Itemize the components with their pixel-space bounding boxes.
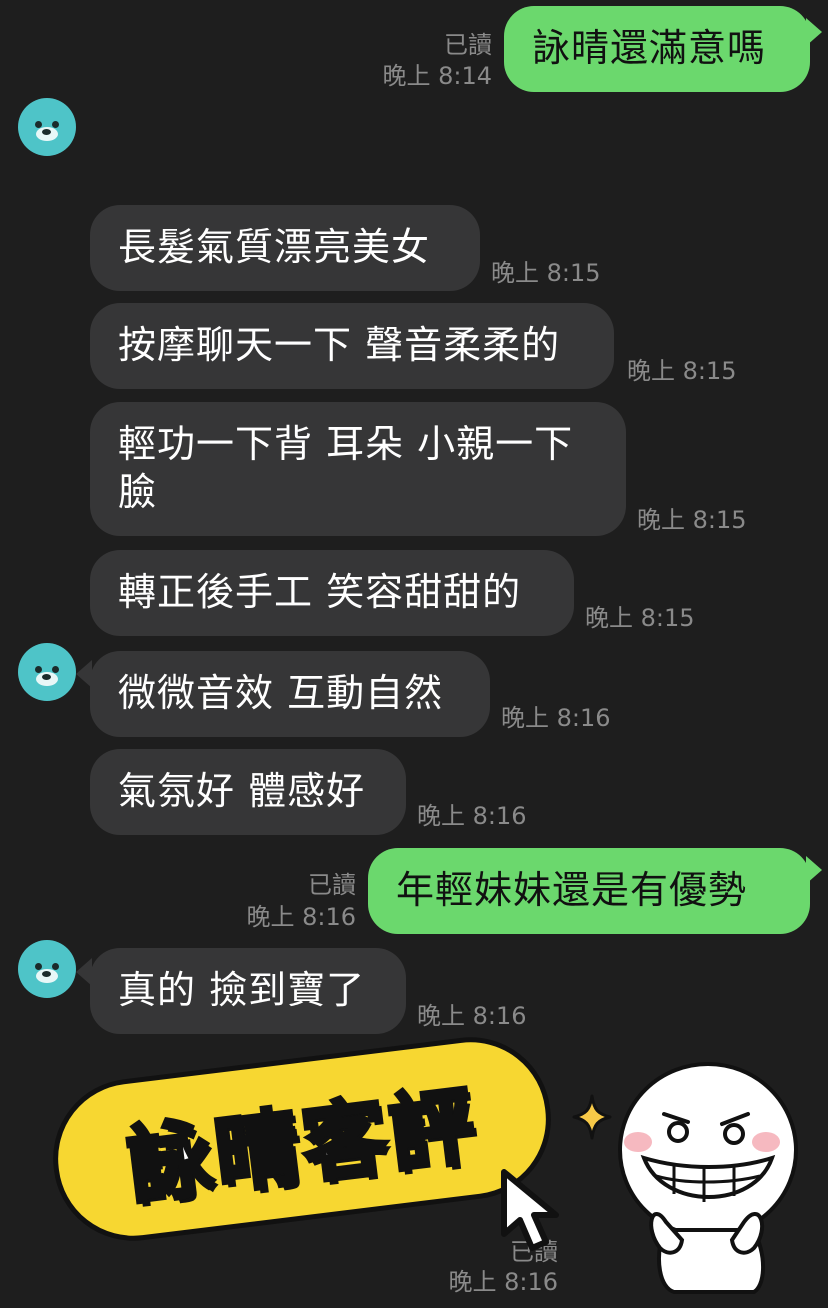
- laughing-face-sticker-icon: [618, 1062, 798, 1294]
- incoming-message[interactable]: 輕功一下背 耳朵 小親一下 臉: [90, 402, 626, 536]
- message-time: 晚上 8:16: [417, 802, 527, 830]
- message-text: 長髮氣質漂亮美女: [118, 225, 431, 269]
- message-text: 輕功一下背 耳朵 小親一下: [118, 422, 574, 466]
- message-text: 氣氛好 體感好: [118, 769, 366, 813]
- message-text-line2: 臉: [118, 470, 158, 514]
- message-time: 晚上 8:16: [246, 903, 356, 931]
- message-time: 晚上 8:15: [585, 604, 695, 632]
- outgoing-message[interactable]: 年輕妹妹還是有優勢: [368, 848, 810, 934]
- bear-avatar-icon[interactable]: [18, 643, 76, 701]
- incoming-message[interactable]: 按摩聊天一下 聲音柔柔的: [90, 303, 614, 389]
- bear-avatar-icon[interactable]: [18, 940, 76, 998]
- outgoing-message[interactable]: 詠晴還滿意嗎: [504, 6, 810, 92]
- read-receipt: 已讀: [444, 31, 492, 59]
- message-time: 晚上 8:14: [382, 62, 492, 90]
- incoming-message[interactable]: 氣氛好 體感好: [90, 749, 406, 835]
- review-banner: 詠晴客評: [43, 1028, 561, 1250]
- cursor-arrow-icon: [501, 1169, 559, 1251]
- message-time: 晚上 8:16: [417, 1002, 527, 1030]
- message-text: 年輕妹妹還是有優勢: [396, 868, 748, 912]
- incoming-message[interactable]: 真的 撿到寶了: [90, 948, 406, 1034]
- read-receipt: 已讀: [308, 871, 356, 899]
- bear-avatar-icon[interactable]: [18, 98, 76, 156]
- message-text: 按摩聊天一下 聲音柔柔的: [118, 323, 561, 367]
- incoming-message[interactable]: 微微音效 互動自然: [90, 651, 490, 737]
- bubble-tail: [806, 856, 822, 884]
- message-text: 微微音效 互動自然: [118, 671, 444, 715]
- incoming-message[interactable]: 轉正後手工 笑容甜甜的: [90, 550, 574, 636]
- bubble-tail: [806, 18, 822, 46]
- message-time: 晚上 8:15: [491, 259, 601, 287]
- message-time: 晚上 8:16: [501, 704, 611, 732]
- message-text: 詠晴還滿意嗎: [532, 26, 767, 70]
- bubble-tail: [76, 660, 92, 688]
- message-time: 晚上 8:15: [627, 357, 737, 385]
- message-text: 真的 撿到寶了: [118, 968, 366, 1012]
- bubble-tail: [76, 958, 92, 986]
- message-time: 晚上 8:16: [448, 1268, 558, 1296]
- message-time: 晚上 8:15: [637, 506, 747, 534]
- banner-title: 詠晴客評: [120, 1073, 485, 1217]
- message-text: 轉正後手工 笑容甜甜的: [118, 570, 522, 614]
- incoming-message[interactable]: 長髮氣質漂亮美女: [90, 205, 480, 291]
